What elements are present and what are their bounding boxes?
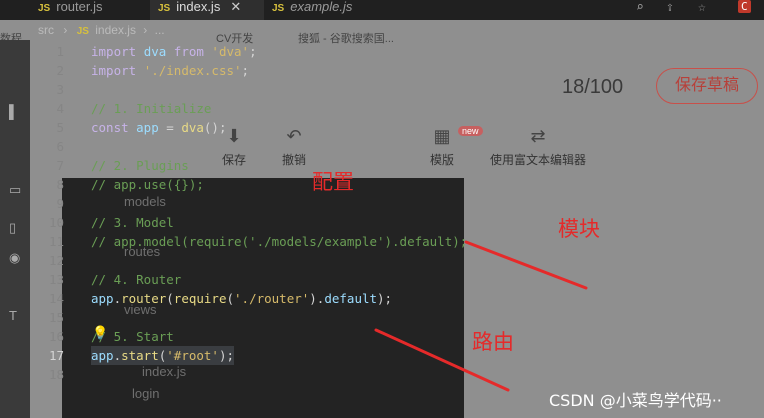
watermark: CSDN @小菜鸟学代码·· xyxy=(549,391,722,410)
annotation-module: 模块 xyxy=(558,217,600,241)
arrow-module xyxy=(464,240,588,290)
annotation-config: 配置 xyxy=(312,170,354,194)
annotation-routing: 路由 xyxy=(472,330,514,354)
annotation-strokes xyxy=(374,240,588,392)
